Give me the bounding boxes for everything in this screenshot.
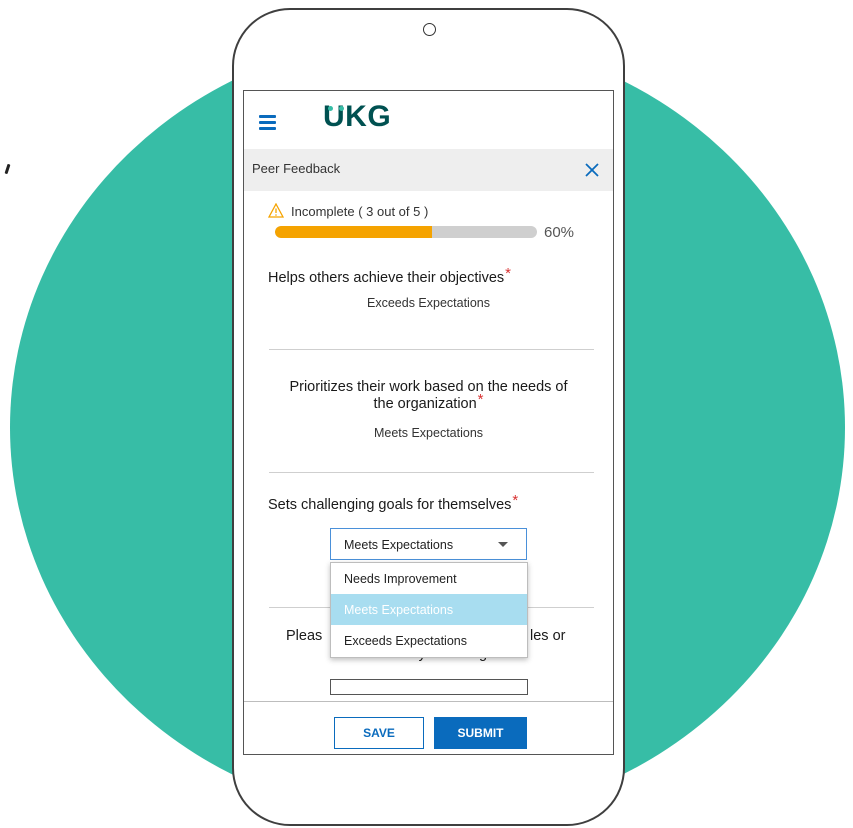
chevron-down-icon xyxy=(498,542,508,547)
divider xyxy=(269,472,594,473)
dropdown-option-meets-expectations[interactable]: Meets Expectations xyxy=(331,594,527,625)
panel-title: Peer Feedback xyxy=(252,161,341,176)
save-button[interactable]: SAVE xyxy=(334,717,424,749)
decorative-mark xyxy=(4,163,11,175)
app-header: UKG xyxy=(244,91,613,149)
camera-icon xyxy=(423,23,436,36)
question-1-rating: Exceeds Expectations xyxy=(367,296,490,310)
status-text: Incomplete ( 3 out of 5 ) xyxy=(291,204,429,219)
dropdown-option-exceeds-expectations[interactable]: Exceeds Expectations xyxy=(331,625,527,656)
question-2-label-line2: the organization xyxy=(373,396,477,412)
phone-frame: UKG Peer Feedback Incomplete ( 3 out of … xyxy=(232,8,625,826)
question-3-label: Sets challenging goals for themselves xyxy=(268,497,512,513)
divider xyxy=(269,349,594,350)
progress-percent: 60% xyxy=(544,224,575,241)
app-screen: UKG Peer Feedback Incomplete ( 3 out of … xyxy=(243,90,614,755)
question-2: Prioritizes their work based on the need… xyxy=(244,379,613,440)
footer-divider xyxy=(244,701,613,702)
required-mark: * xyxy=(477,391,484,408)
submit-button[interactable]: SUBMIT xyxy=(434,717,527,749)
question-2-rating: Meets Expectations xyxy=(373,426,484,440)
rating-select[interactable]: Meets Expectations xyxy=(330,528,527,560)
ukg-logo: UKG xyxy=(323,100,392,133)
rating-dropdown-list: Needs Improvement Meets Expectations Exc… xyxy=(330,562,528,658)
progress-bar-fill xyxy=(275,226,433,238)
dropdown-option-needs-improvement[interactable]: Needs Improvement xyxy=(331,563,527,594)
close-icon[interactable] xyxy=(583,159,601,179)
question-4-label-left: Pleas xyxy=(286,628,323,644)
question-4-label-right: les or xyxy=(530,628,566,644)
completion-status: Incomplete ( 3 out of 5 ) xyxy=(268,203,429,219)
required-mark: * xyxy=(512,492,519,509)
warning-icon xyxy=(268,203,284,218)
rationale-input[interactable] xyxy=(330,679,528,695)
rating-select-value: Meets Expectations xyxy=(344,538,454,552)
hamburger-menu-icon[interactable] xyxy=(259,115,276,130)
question-2-label-line1: Prioritizes their work based on the need… xyxy=(289,379,568,395)
question-1-label: Helps others achieve their objectives xyxy=(268,270,505,286)
required-mark: * xyxy=(505,265,511,282)
panel-titlebar: Peer Feedback xyxy=(244,149,613,191)
progress-bar xyxy=(275,226,537,238)
